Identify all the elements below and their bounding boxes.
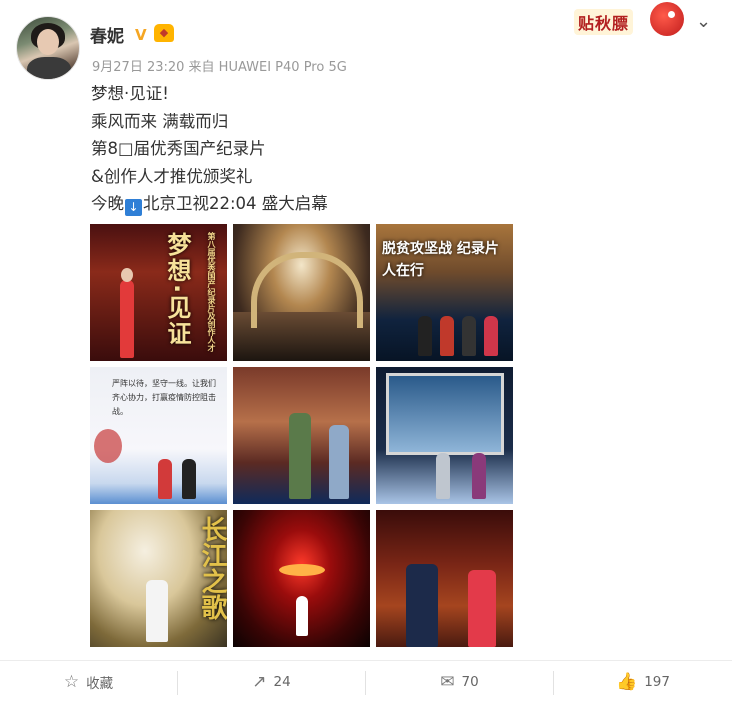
broadcast-suffix: 北京卫视22:04 盛大启幕	[143, 194, 328, 213]
post-content: 梦想·见证! 乘风而来 满载而归 第8□届优秀国产纪录片 &创作人才推优颁奖礼 …	[91, 80, 328, 218]
username[interactable]: 春妮	[90, 22, 124, 47]
photo-1[interactable]: 梦想·见证 第八届优秀国产纪录片及创作人才	[90, 224, 227, 361]
thumbs-up-icon: 👍	[616, 671, 638, 692]
post-line: &创作人才推优颁奖礼	[91, 166, 253, 186]
presenter-figure	[484, 316, 498, 356]
share-icon: ↗	[252, 671, 267, 692]
comment-button[interactable]: ✉ 70	[366, 661, 553, 703]
broadcast-prefix: 今晚	[91, 194, 124, 213]
comment-icon: ✉	[440, 671, 455, 692]
sticker-text: 贴秋膘	[574, 9, 634, 35]
presenter-figure	[182, 459, 196, 499]
photo-5[interactable]	[233, 367, 370, 504]
photo-caption: 严阵以待，坚守一线。让我们齐心协力，打赢疫情防控阻击战。	[112, 379, 216, 416]
post-line: 梦想·见证!	[91, 84, 169, 103]
host-figure	[468, 570, 496, 647]
photo-caption: 脱贫攻坚战 纪录片人在行	[382, 241, 499, 279]
honoree-figure	[436, 453, 450, 499]
chevron-down-icon[interactable]: ⌄	[696, 11, 711, 32]
like-count: 197	[644, 674, 670, 690]
photo-3[interactable]: 脱贫攻坚战 纪录片人在行	[376, 224, 513, 361]
honoree-figure	[329, 425, 349, 499]
performer-figure	[296, 596, 308, 636]
avatar-body	[27, 57, 71, 79]
stage-arch	[251, 252, 363, 328]
post-meta: 9月27日 23:20 来自 HUAWEI P40 Pro 5G	[92, 60, 347, 75]
photo-4[interactable]: 严阵以待，坚守一线。让我们齐心协力，打赢疫情防控阻击战。	[90, 367, 227, 504]
host-figure	[406, 564, 438, 647]
presenter-figure	[418, 316, 432, 356]
avatar-face	[37, 29, 59, 55]
action-bar: ☆ 收藏 ↗ 24 ✉ 70 👍 197	[0, 661, 732, 703]
spotlight	[279, 564, 325, 576]
honoree-figure	[472, 453, 486, 499]
repost-count: 24	[273, 674, 291, 690]
favorite-button[interactable]: ☆ 收藏	[0, 661, 177, 703]
presenter-figure	[440, 316, 454, 356]
down-arrow-emoji-icon: ↓	[125, 199, 142, 216]
red-bird-mascot-icon	[650, 2, 684, 36]
photo-caption: 长江之歌	[197, 516, 227, 620]
post-line: 第8□届优秀国产纪录片	[91, 139, 266, 158]
like-button[interactable]: 👍 197	[554, 661, 732, 703]
host-figure	[120, 280, 134, 358]
photo-7[interactable]: 长江之歌	[90, 510, 227, 647]
post-line: 乘风而来 满载而归	[91, 111, 229, 131]
sticker-banner[interactable]: 贴秋膘	[568, 2, 690, 40]
verified-icon: V	[135, 26, 147, 44]
photo-caption: 梦想·见证	[163, 232, 191, 348]
user-avatar[interactable]	[16, 16, 80, 80]
gold-medal-badge-icon[interactable]: ◆	[154, 24, 174, 42]
performer-figure	[146, 580, 168, 642]
photo-6[interactable]	[376, 367, 513, 504]
favorite-label: 收藏	[86, 676, 114, 692]
presenter-figure	[158, 459, 172, 499]
host-head	[121, 268, 133, 282]
photo-side-caption: 第八届优秀国产纪录片及创作人才	[207, 232, 216, 352]
post-line-broadcast: 今晚 ↓ 北京卫视22:04 盛大启幕	[91, 190, 328, 218]
photo-8[interactable]	[233, 510, 370, 647]
star-outline-icon: ☆	[63, 671, 80, 692]
photo-2[interactable]	[233, 224, 370, 361]
repost-button[interactable]: ↗ 24	[178, 661, 365, 703]
tv-screen	[386, 373, 504, 455]
comment-count: 70	[461, 674, 479, 690]
photo-9[interactable]	[376, 510, 513, 647]
honoree-figure	[289, 413, 311, 499]
presenter-figure	[462, 316, 476, 356]
fingerprint-art	[94, 429, 122, 463]
